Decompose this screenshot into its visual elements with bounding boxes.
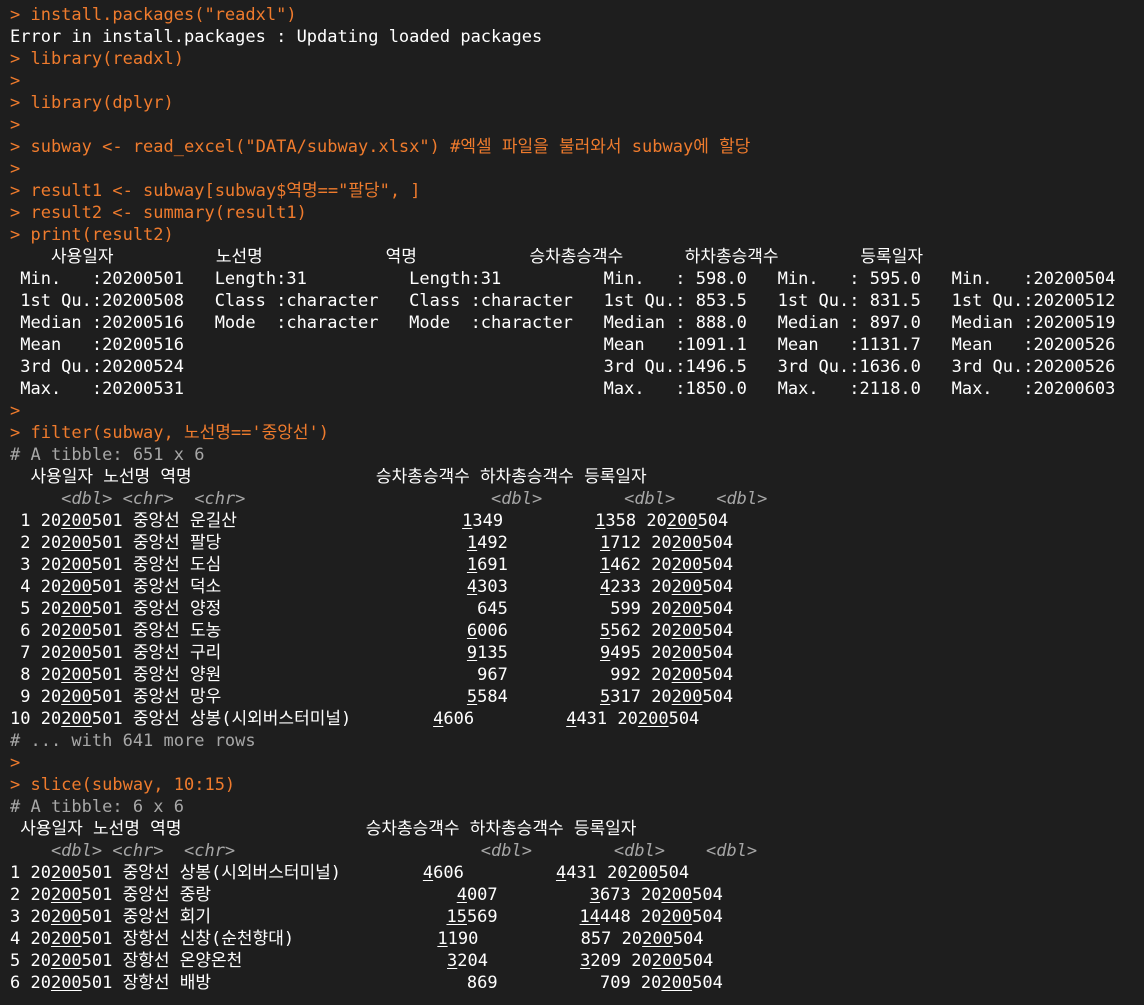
console-command-line: > result2 <- summary(result1) — [10, 203, 307, 223]
console-comment-line: # ... with 641 more rows — [10, 731, 256, 751]
console-output-line: Error in install.packages : Updating loa… — [10, 27, 543, 47]
tibble-row: 1 20200501 중앙선 상봉(시외버스터미널) 4606 4431 202… — [10, 863, 690, 883]
console-output-line: 3rd Qu.:20200524 3rd Qu.:1496.5 3rd Qu.:… — [10, 357, 1116, 377]
console-command-line: > library(readxl) — [10, 49, 184, 69]
console-comment-line: # A tibble: 6 x 6 — [10, 797, 184, 817]
console-output-line: 사용일자 노선명 역명 승차총승객수 하차총승객수 등록일자 — [10, 467, 647, 487]
console-command-line: > — [10, 753, 21, 773]
tibble-row: 3 20200501 중앙선 회기 15569 14448 20200504 — [10, 907, 723, 927]
tibble-row: 6 20200501 중앙선 도농 6006 5562 20200504 — [10, 621, 734, 641]
tibble-row: 9 20200501 중앙선 망우 5584 5317 20200504 — [10, 687, 734, 707]
tibble-row: 10 20200501 중앙선 상봉(시외버스터미널) 4606 4431 20… — [10, 709, 700, 729]
console-output-line: 1st Qu.:20200508 Class :character Class … — [10, 291, 1116, 311]
console-command-line: > install.packages("readxl") — [10, 5, 297, 25]
console-output-line: 사용일자 노선명 역명 승차총승객수 하차총승객수 등록일자 — [10, 247, 923, 267]
tibble-row: 3 20200501 중앙선 도심 1691 1462 20200504 — [10, 555, 734, 575]
tibble-row: 2 20200501 중앙선 중랑 4007 3673 20200504 — [10, 885, 723, 905]
tibble-type-row: <dbl> <chr> <chr> <dbl> <dbl> <dbl> — [10, 489, 768, 509]
console-command-line: > subway <- read_excel("DATA/subway.xlsx… — [10, 137, 751, 157]
tibble-row: 1 20200501 중앙선 운길산 1349 1358 20200504 — [10, 511, 729, 531]
console-command-line: > print(result2) — [10, 225, 174, 245]
console-output-line: 사용일자 노선명 역명 승차총승객수 하차총승객수 등록일자 — [10, 819, 637, 839]
console-output-line: Median :20200516 Mode :character Mode :c… — [10, 313, 1116, 333]
console-command-line: > — [10, 115, 21, 135]
tibble-row: 5 20200501 장항선 온양온천 3204 3209 20200504 — [10, 951, 714, 971]
tibble-type-row: <dbl> <chr> <chr> <dbl> <dbl> <dbl> — [10, 841, 758, 861]
tibble-row: 8 20200501 중앙선 양원 967 992 20200504 — [10, 665, 734, 685]
console-comment-line: # A tibble: 651 x 6 — [10, 445, 205, 465]
console-command-line: > result1 <- subway[subway$역명=="팔당", ] — [10, 181, 421, 201]
tibble-row: 2 20200501 중앙선 팔당 1492 1712 20200504 — [10, 533, 734, 553]
console-command-line: > — [10, 71, 21, 91]
console-command-line: > library(dplyr) — [10, 93, 174, 113]
console-command-line: > slice(subway, 10:15) — [10, 775, 236, 795]
console-command-line: > — [10, 401, 21, 421]
console-output-line: Mean :20200516 Mean :1091.1 Mean :1131.7… — [10, 335, 1116, 355]
console-output-line: Max. :20200531 Max. :1850.0 Max. :2118.0… — [10, 379, 1116, 399]
tibble-row: 4 20200501 장항선 신창(순천향대) 1190 857 2020050… — [10, 929, 704, 949]
console-command-line: > filter(subway, 노선명=='중앙선') — [10, 423, 330, 443]
console-output-line: Min. :20200501 Length:31 Length:31 Min. … — [10, 269, 1116, 289]
console-command-line: > — [10, 159, 21, 179]
r-console[interactable]: > install.packages("readxl") Error in ins… — [0, 0, 1144, 994]
tibble-row: 4 20200501 중앙선 덕소 4303 4233 20200504 — [10, 577, 734, 597]
tibble-row: 5 20200501 중앙선 양정 645 599 20200504 — [10, 599, 734, 619]
tibble-row: 7 20200501 중앙선 구리 9135 9495 20200504 — [10, 643, 734, 663]
tibble-row: 6 20200501 장항선 배방 869 709 20200504 — [10, 973, 723, 993]
